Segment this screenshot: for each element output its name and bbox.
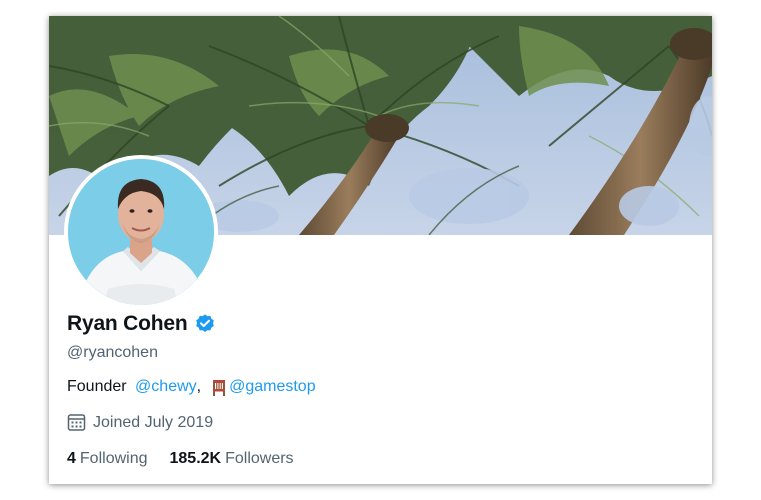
followers-label: Followers xyxy=(225,450,294,467)
followers-link[interactable]: 185.2K Followers xyxy=(170,450,294,468)
joined-text: Joined July 2019 xyxy=(93,413,214,431)
profile-photo xyxy=(68,159,214,305)
avatar[interactable] xyxy=(68,159,214,305)
bio-separator: , xyxy=(196,378,202,395)
profile-card: Ryan Cohen @ryancohen Founder @chewy , @… xyxy=(49,16,712,484)
following-link[interactable]: 4 Following xyxy=(67,450,148,468)
calendar-icon xyxy=(67,414,86,431)
follow-stats: 4 Following 185.2K Followers xyxy=(67,450,316,468)
bio-prefix: Founder xyxy=(67,378,132,395)
profile-name-row: Ryan Cohen xyxy=(67,312,216,336)
joined-date: Joined July 2019 xyxy=(67,413,213,432)
following-count: 4 xyxy=(67,450,76,467)
mention-chewy-link[interactable]: @chewy xyxy=(135,378,197,396)
verified-badge-icon[interactable] xyxy=(194,313,216,335)
followers-count: 185.2K xyxy=(169,450,222,467)
chair-icon xyxy=(213,379,226,396)
profile-handle: @ryancohen xyxy=(67,344,158,361)
mention-gamestop-link[interactable]: @gamestop xyxy=(229,378,316,396)
following-label: Following xyxy=(79,450,148,467)
profile-bio: Founder @chewy , @gamestop xyxy=(67,378,316,396)
avatar-frame[interactable] xyxy=(64,155,218,309)
profile-name: Ryan Cohen xyxy=(67,312,188,335)
